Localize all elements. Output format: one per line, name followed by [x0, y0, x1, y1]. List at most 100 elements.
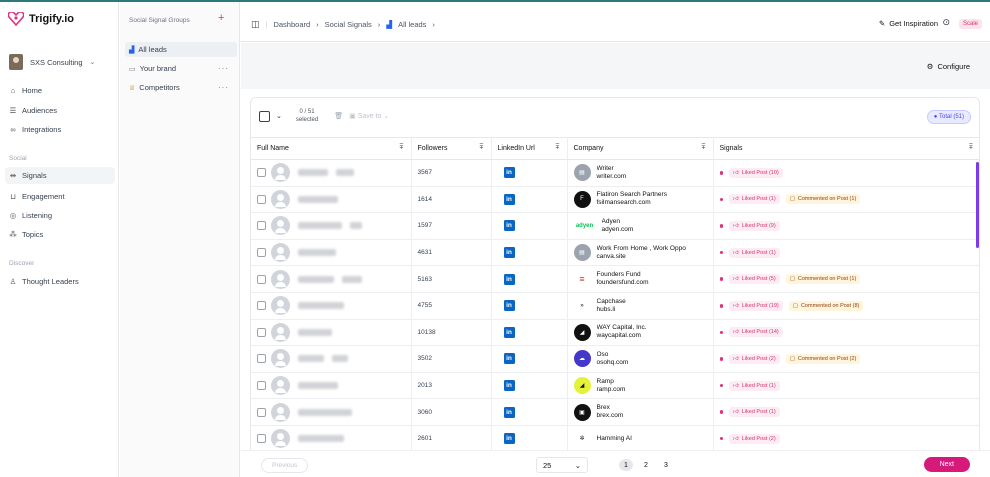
- filter-icon[interactable]: ⩱: [701, 144, 705, 152]
- company-domain[interactable]: hubs.li: [597, 306, 626, 314]
- nav-home[interactable]: ⌂ Home: [9, 86, 42, 95]
- company-name[interactable]: Adyen: [602, 218, 634, 226]
- select-all-checkbox[interactable]: [259, 110, 270, 122]
- table-row[interactable]: 5163 in ≡ Founders Fund foundersfund.com 👍︎ Li…: [251, 265, 979, 293]
- liked-post-tag[interactable]: 👍︎ Liked Post (9): [729, 220, 780, 231]
- company-domain[interactable]: fsilmansearch.com: [597, 199, 667, 207]
- table-row[interactable]: 3502 in ☁ Oso osohq.com 👍︎ Liked Post (2) ▢ Comm…: [251, 345, 979, 373]
- filter-icon[interactable]: ⩱: [555, 144, 559, 152]
- company-name[interactable]: Oso: [597, 351, 629, 359]
- table-row[interactable]: 3567 in ▤ Writer writer.com 👍︎ Liked Post (10): [251, 159, 979, 187]
- row-checkbox[interactable]: [257, 168, 266, 178]
- get-inspiration-button[interactable]: ✎ Get Inspiration: [879, 19, 938, 28]
- row-checkbox[interactable]: [257, 327, 266, 337]
- nav-thought-leaders[interactable]: ♙ Thought Leaders: [9, 277, 79, 286]
- company-name[interactable]: Brex: [597, 404, 624, 412]
- plan-badge[interactable]: Scale: [958, 19, 982, 29]
- row-checkbox[interactable]: [257, 434, 266, 444]
- page-2[interactable]: 2: [639, 459, 653, 471]
- breadcrumb-all-leads[interactable]: All leads: [398, 20, 426, 29]
- filter-icon[interactable]: ⩱: [969, 144, 973, 152]
- more-options-icon[interactable]: ···: [218, 64, 229, 73]
- page-1[interactable]: 1: [619, 459, 633, 471]
- column-linkedin-url[interactable]: LinkedIn Url ⩱: [491, 137, 568, 160]
- help-icon[interactable]: ⊙: [942, 17, 950, 28]
- company-name[interactable]: WAY Capital, Inc.: [597, 324, 647, 332]
- table-row[interactable]: 2013 in ◢ Ramp ramp.com 👍︎ Liked Post (1): [251, 372, 979, 400]
- commented-post-tag[interactable]: ▢ Commented on Post (8): [788, 300, 864, 311]
- company-domain[interactable]: canva.site: [597, 253, 686, 261]
- linkedin-icon[interactable]: in: [503, 193, 515, 205]
- liked-post-tag[interactable]: 👍︎ Liked Post (10): [729, 167, 783, 178]
- company-name[interactable]: Flatiron Search Partners: [597, 191, 667, 199]
- column-company[interactable]: Company ⩱: [567, 137, 714, 160]
- company-domain[interactable]: brex.com: [597, 412, 624, 420]
- row-checkbox[interactable]: [257, 381, 266, 391]
- liked-post-tag[interactable]: 👍︎ Liked Post (14): [729, 327, 783, 338]
- column-signals[interactable]: Signals ⩱: [713, 137, 979, 160]
- linkedin-icon[interactable]: in: [503, 167, 515, 179]
- linkedin-icon[interactable]: in: [503, 326, 515, 338]
- company-domain[interactable]: osohq.com: [597, 359, 629, 367]
- liked-post-tag[interactable]: 👍︎ Liked Post (1): [729, 380, 780, 391]
- liked-post-tag[interactable]: 👍︎ Liked Post (1): [729, 194, 780, 205]
- scrollbar-thumb[interactable]: [976, 162, 979, 248]
- add-group-button[interactable]: +: [218, 12, 224, 24]
- table-row[interactable]: 1614 in F Flatiron Search Partners fsilmanse…: [251, 186, 979, 214]
- company-domain[interactable]: adyen.com: [602, 226, 634, 234]
- company-name[interactable]: Capchase: [597, 298, 626, 306]
- linkedin-icon[interactable]: in: [503, 273, 515, 285]
- save-to-button[interactable]: ▣ Save to ⌄: [349, 112, 389, 120]
- group-your-brand[interactable]: ▭ Your brand ···: [125, 61, 237, 76]
- next-button[interactable]: Next: [923, 457, 970, 472]
- commented-post-tag[interactable]: ▢ Commented on Post (1): [785, 274, 861, 285]
- per-page-select[interactable]: 25 ⌄: [536, 457, 588, 473]
- table-row[interactable]: 1597 in adyen Adyen adyen.com 👍︎ Liked Post (9…: [251, 212, 979, 240]
- company-name[interactable]: Writer: [597, 165, 627, 173]
- chevron-down-icon[interactable]: ⌄: [276, 112, 282, 120]
- row-checkbox[interactable]: [257, 194, 266, 204]
- page-3[interactable]: 3: [659, 459, 673, 471]
- more-options-icon[interactable]: ···: [218, 83, 229, 92]
- linkedin-icon[interactable]: in: [503, 380, 515, 392]
- app-logo[interactable]: Trigify.io: [8, 12, 74, 26]
- group-all-leads[interactable]: ▟ All leads: [125, 42, 237, 57]
- row-checkbox[interactable]: [257, 301, 266, 311]
- trash-icon[interactable]: 🗑: [334, 112, 343, 120]
- company-domain[interactable]: waycapital.com: [597, 332, 647, 340]
- column-full-name[interactable]: Full Name ⩱: [251, 137, 412, 160]
- linkedin-icon[interactable]: in: [503, 433, 515, 445]
- liked-post-tag[interactable]: 👍︎ Liked Post (1): [729, 247, 780, 258]
- row-checkbox[interactable]: [257, 221, 266, 231]
- row-checkbox[interactable]: [257, 248, 266, 258]
- nav-engagement[interactable]: ⊔ Engagement: [9, 192, 64, 201]
- table-row[interactable]: 2601 in ✲ Hamming AI 👍︎ Liked Post (2): [251, 425, 979, 453]
- liked-post-tag[interactable]: 👍︎ Liked Post (1): [729, 407, 780, 418]
- company-name[interactable]: Hamming AI: [597, 435, 632, 443]
- table-row[interactable]: 4755 in » Capchase hubs.li 👍︎ Liked Post (19) ▢…: [251, 292, 979, 320]
- linkedin-icon[interactable]: in: [503, 300, 515, 312]
- company-name[interactable]: Ramp: [597, 378, 626, 386]
- sidebar-toggle-icon[interactable]: ◫: [251, 19, 260, 30]
- linkedin-icon[interactable]: in: [503, 406, 515, 418]
- table-row[interactable]: 10138 in ◢ WAY Capital, Inc. waycapital.com 👍…: [251, 319, 979, 347]
- linkedin-icon[interactable]: in: [503, 220, 515, 232]
- row-checkbox[interactable]: [257, 354, 266, 364]
- column-followers[interactable]: Followers ⩱: [411, 137, 492, 160]
- nav-integrations[interactable]: ∞ Integrations: [9, 125, 61, 134]
- nav-signals[interactable]: ⇹ Signals: [5, 167, 115, 184]
- row-checkbox[interactable]: [257, 274, 266, 284]
- filter-icon[interactable]: ⩱: [399, 144, 403, 152]
- company-domain[interactable]: ramp.com: [597, 386, 626, 394]
- linkedin-icon[interactable]: in: [503, 247, 515, 259]
- liked-post-tag[interactable]: 👍︎ Liked Post (19): [729, 300, 783, 311]
- table-row[interactable]: 4631 in ▤ Work From Home , Work Oppo canva.s…: [251, 239, 979, 267]
- liked-post-tag[interactable]: 👍︎ Liked Post (2): [729, 433, 780, 444]
- linkedin-icon[interactable]: in: [503, 353, 515, 365]
- company-domain[interactable]: foundersfund.com: [597, 279, 649, 287]
- previous-button[interactable]: Previous: [261, 458, 309, 473]
- breadcrumb-social-signals[interactable]: Social Signals: [325, 20, 372, 29]
- company-name[interactable]: Founders Fund: [597, 271, 649, 279]
- liked-post-tag[interactable]: 👍︎ Liked Post (2): [729, 353, 780, 364]
- table-row[interactable]: 3060 in ▣ Brex brex.com 👍︎ Liked Post (1): [251, 398, 979, 426]
